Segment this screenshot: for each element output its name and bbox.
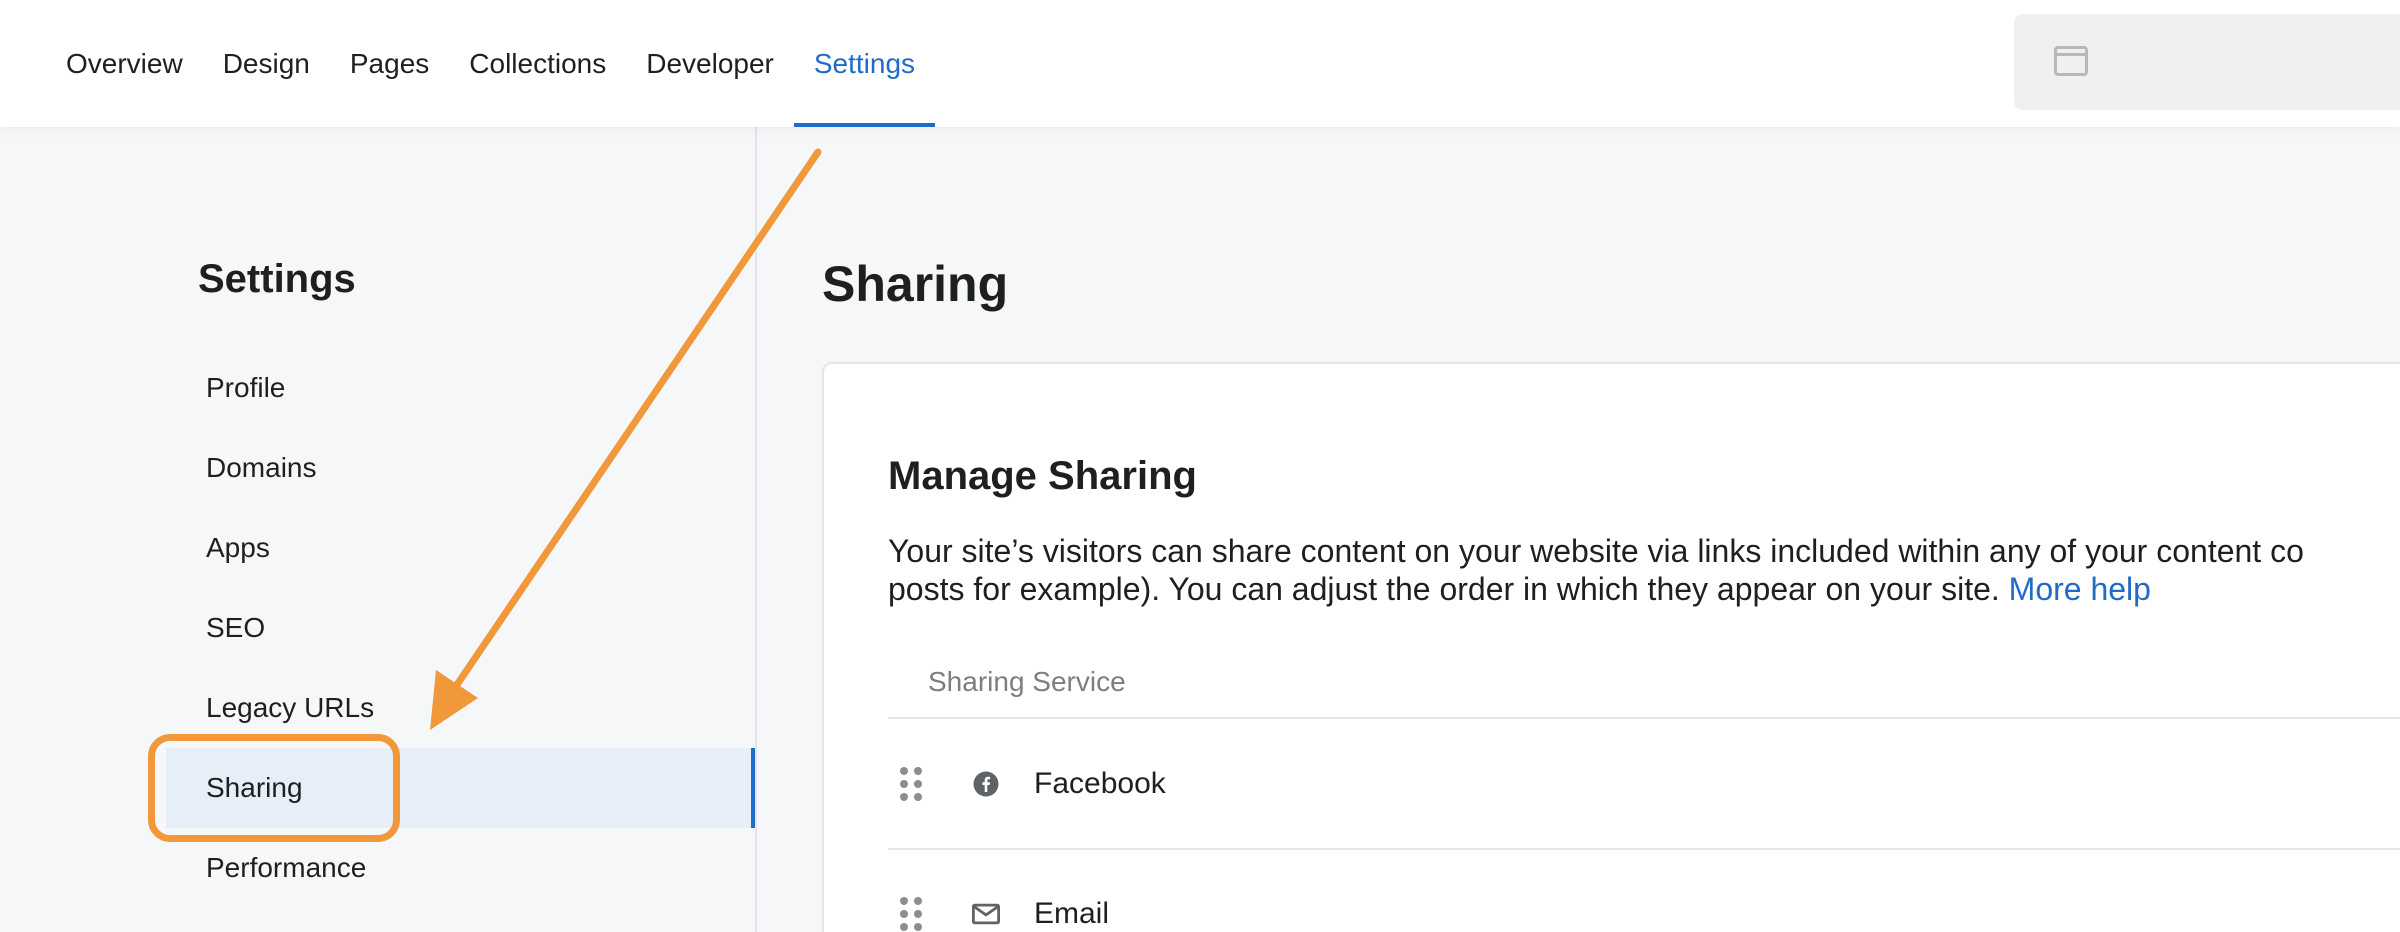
annotation-arrow: [430, 148, 822, 730]
